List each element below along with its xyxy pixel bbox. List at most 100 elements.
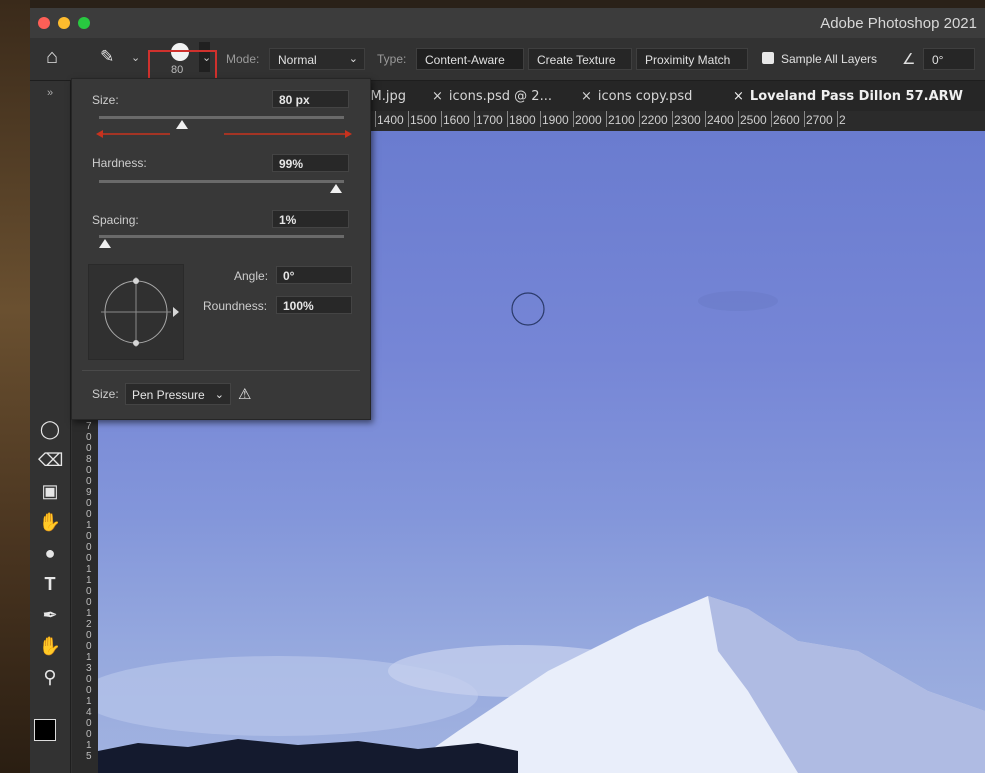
ruler-tick-label: 2400: [705, 111, 738, 127]
foreground-color-swatch[interactable]: [34, 719, 56, 741]
mode-value: Normal: [278, 53, 317, 67]
ruler-tick-label: 0: [86, 685, 92, 696]
tab-loveland-pass[interactable]: × Loveland Pass Dillon 57.ARW: [733, 89, 963, 104]
hardness-slider[interactable]: [99, 180, 344, 193]
ruler-tick-label: 2600: [771, 111, 804, 127]
tool-preset-chevron-icon[interactable]: ⌄: [131, 51, 140, 64]
type-label: Type:: [377, 52, 407, 66]
ruler-tick-label: 1600: [441, 111, 474, 127]
photoshop-window: Adobe Photoshop 2021 ⌂ ✎ ⌄ 80 ⌄ Mode: No…: [30, 8, 985, 773]
brush-angle-input[interactable]: 0°: [276, 266, 352, 284]
size-label: Size:: [92, 93, 119, 107]
type-proximity-match-button[interactable]: Proximity Match: [636, 48, 748, 70]
type-create-texture-button[interactable]: Create Texture: [528, 48, 632, 70]
hardness-slider-thumb[interactable]: [329, 184, 342, 193]
tab-label: Loveland Pass Dillon 57.ARW: [749, 89, 963, 104]
ruler-tick-label: 2500: [738, 111, 771, 127]
panel-collapse-icon[interactable]: »: [38, 81, 62, 105]
ruler-tick-label: 0: [86, 531, 92, 542]
spacing-slider-thumb[interactable]: [99, 239, 111, 248]
type-content-aware-button[interactable]: Content-Aware: [416, 48, 524, 70]
hand-icon[interactable]: ✋: [38, 634, 62, 658]
roundness-input[interactable]: 100%: [276, 296, 352, 314]
brush-cursor: [511, 292, 545, 326]
ruler-tick-label: 9: [86, 487, 92, 498]
app-title: Adobe Photoshop 2021: [820, 15, 977, 32]
ruler-tick-label: 1500: [408, 111, 441, 127]
ruler-tick-label: 1: [86, 575, 92, 586]
spacing-input[interactable]: 1%: [272, 210, 349, 228]
hardness-input[interactable]: 99%: [272, 154, 349, 172]
dodge-icon[interactable]: ●: [38, 541, 62, 565]
ruler-tick-label: 2300: [672, 111, 705, 127]
ruler-tick-label: 1800: [507, 111, 540, 127]
document-tabs: 33 PM.jpg × icons.psd @ 2... × icons copy.…: [330, 81, 985, 111]
gradient-icon[interactable]: ▣: [38, 479, 62, 503]
tools-panel: » ◯ ⌫ ▣ ✋ ● T ✒ ✋ ⚲: [30, 81, 71, 773]
title-bar: Adobe Photoshop 2021: [30, 8, 985, 38]
ruler-tick-label: 1: [86, 740, 92, 751]
size-slider-thumb[interactable]: [175, 120, 188, 129]
spacing-slider[interactable]: [99, 235, 344, 248]
ruler-tick-label: 1: [86, 520, 92, 531]
size-control-label: Size:: [92, 387, 119, 401]
ruler-tick-label: 4: [86, 707, 92, 718]
mode-select[interactable]: Normal ⌄: [269, 48, 365, 70]
home-icon[interactable]: ⌂: [46, 46, 58, 69]
sample-all-layers-checkbox[interactable]: [762, 52, 774, 64]
ruler-tick-label: 1: [86, 696, 92, 707]
tab-icons-psd[interactable]: × icons.psd @ 2...: [432, 89, 552, 104]
minimize-window-button[interactable]: [58, 17, 70, 29]
pen-icon[interactable]: ✒: [38, 603, 62, 627]
ruler-tick-label: 2: [86, 619, 92, 630]
ruler-tick-label: 1400: [375, 111, 408, 127]
blur-icon[interactable]: ✋: [38, 510, 62, 534]
ruler-tick-label: 0: [86, 509, 92, 520]
ruler-tick-label: 1: [86, 608, 92, 619]
warning-icon: ⚠: [238, 386, 252, 403]
angle-input[interactable]: 0°: [923, 48, 975, 70]
brush-tip-preview[interactable]: [88, 264, 184, 360]
brush-angle-widget: [101, 277, 179, 347]
ruler-tick-label: 2100: [606, 111, 639, 127]
ruler-tick-label: 0: [86, 498, 92, 509]
zoom-icon[interactable]: ⚲: [38, 665, 62, 689]
ruler-tick-label: 0: [86, 476, 92, 487]
ruler-tick-label: 2000: [573, 111, 606, 127]
healing-brush-icon[interactable]: ✎: [100, 47, 114, 67]
ruler-tick-label: 0: [86, 718, 92, 729]
size-control-select[interactable]: Pen Pressure ⌄: [125, 383, 231, 405]
size-input[interactable]: 80 px: [272, 90, 349, 108]
size-control-value: Pen Pressure: [132, 388, 205, 402]
desktop-background: [0, 0, 30, 773]
size-slider[interactable]: [99, 116, 344, 129]
ruler-tick-label: 0: [86, 586, 92, 597]
sample-all-layers-label: Sample All Layers: [781, 52, 878, 66]
tab-label: icons copy.psd: [597, 89, 693, 104]
close-window-button[interactable]: [38, 17, 50, 29]
size-slider-arrows: [96, 130, 352, 138]
type-tool-icon[interactable]: T: [38, 572, 62, 596]
mode-label: Mode:: [226, 52, 260, 66]
zoom-window-button[interactable]: [78, 17, 90, 29]
close-icon[interactable]: ×: [581, 89, 592, 104]
ruler-tick-label: 0: [86, 465, 92, 476]
ruler-tick-label: 0: [86, 432, 92, 443]
close-icon[interactable]: ×: [432, 89, 443, 104]
hardness-label: Hardness:: [92, 156, 147, 170]
close-icon[interactable]: ×: [733, 89, 744, 104]
ruler-tick-label: 3: [86, 663, 92, 674]
ruler-tick-label: 0: [86, 630, 92, 641]
ellipse-marquee-icon[interactable]: ◯: [38, 417, 62, 441]
roundness-label: Roundness:: [203, 299, 268, 313]
eraser-icon[interactable]: ⌫: [38, 448, 63, 472]
ruler-tick-label: 2700: [804, 111, 837, 127]
tab-icons-copy[interactable]: × icons copy.psd: [581, 89, 692, 104]
ruler-tick-label: 5: [86, 751, 92, 762]
ruler-tick-label: 1: [86, 652, 92, 663]
options-bar: ⌂ ✎ ⌄ 80 ⌄ Mode: Normal ⌄ Type: Content-…: [30, 38, 985, 120]
ruler-tick-label: 7: [86, 421, 92, 432]
ruler-tick-label: 2: [837, 111, 870, 127]
ruler-tick-label: 0: [86, 674, 92, 685]
ruler-tick-label: 1900: [540, 111, 573, 127]
